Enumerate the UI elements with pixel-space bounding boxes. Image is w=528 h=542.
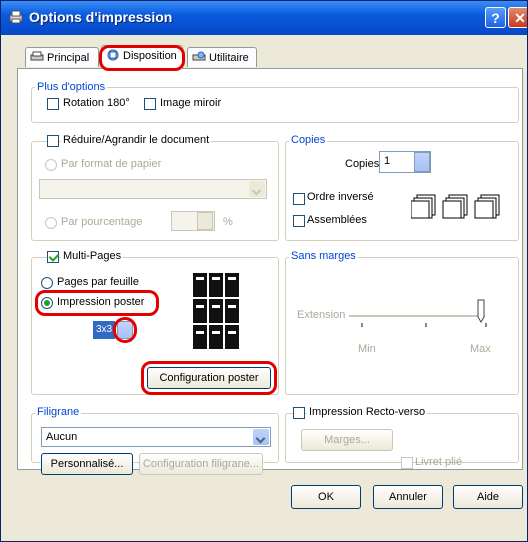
multipages-label: Multi-Pages bbox=[61, 250, 124, 262]
watermark-select[interactable]: Aucun bbox=[41, 427, 271, 447]
highlight-poster-spinner bbox=[113, 317, 137, 343]
by-paper-label: Par format de papier bbox=[61, 158, 162, 170]
by-paper-radio[interactable] bbox=[45, 159, 57, 171]
borderless-label: Sans marges bbox=[289, 250, 358, 262]
collate-pages-icon bbox=[411, 194, 500, 219]
rotation-checkbox[interactable] bbox=[47, 98, 59, 110]
copies-group-label: Copies bbox=[289, 134, 328, 146]
collate-label: Assemblées bbox=[307, 214, 367, 226]
utility-icon bbox=[192, 51, 206, 61]
extension-slider-track[interactable] bbox=[349, 315, 485, 317]
tab-utilitaire-label: Utilitaire bbox=[209, 52, 249, 64]
paper-size-select[interactable] bbox=[39, 179, 267, 199]
tab-principal-label: Principal bbox=[47, 52, 90, 64]
duplex-label: Impression Recto-verso bbox=[307, 406, 428, 418]
chevron-down-icon bbox=[253, 429, 269, 445]
tab-principal[interactable]: Principal bbox=[25, 47, 99, 67]
watermark-value: Aucun bbox=[46, 431, 78, 443]
help-button[interactable]: Aide bbox=[453, 485, 523, 509]
group-plus-options-label: Plus d'options bbox=[35, 81, 108, 93]
poster-preview-icon bbox=[191, 271, 241, 351]
window-title: Options d'impression bbox=[29, 9, 173, 25]
highlight-poster-radio bbox=[35, 290, 159, 316]
rotation-label: Rotation 180° bbox=[63, 97, 130, 109]
mirror-checkbox[interactable] bbox=[144, 98, 156, 110]
poster-size-input[interactable]: 3x3 bbox=[93, 321, 115, 339]
print-options-dialog: Options d'impression ? ✕ Principal Dispo… bbox=[0, 0, 528, 542]
tab-utilitaire[interactable]: Utilitaire bbox=[187, 47, 257, 67]
by-percent-label: Par pourcentage bbox=[61, 216, 143, 228]
by-percent-radio[interactable] bbox=[45, 217, 57, 229]
mirror-label: Image miroir bbox=[160, 97, 222, 109]
copies-value: 1 bbox=[384, 155, 391, 167]
percent-sign: % bbox=[223, 216, 233, 228]
duplex-checkbox[interactable] bbox=[293, 407, 305, 419]
reduce-checkbox[interactable] bbox=[47, 135, 59, 147]
help-title-button[interactable]: ? bbox=[485, 7, 506, 28]
printer-icon bbox=[30, 51, 44, 61]
printer-icon bbox=[9, 10, 23, 24]
chevron-down-icon bbox=[249, 181, 265, 197]
percent-spinner[interactable] bbox=[197, 212, 213, 230]
slider-max-label: Max bbox=[470, 343, 491, 355]
extension-label: Extension bbox=[297, 309, 346, 321]
copies-spinner[interactable] bbox=[414, 152, 430, 172]
watermark-label: Filigrane bbox=[35, 406, 82, 418]
booklet-checkbox[interactable] bbox=[401, 457, 413, 469]
close-icon: ✕ bbox=[514, 10, 526, 26]
reverse-order-label: Ordre inversé bbox=[307, 191, 374, 203]
pages-per-sheet-radio[interactable] bbox=[41, 277, 53, 289]
highlight-disposition-tab bbox=[99, 45, 185, 71]
multipages-checkbox[interactable] bbox=[47, 251, 59, 263]
slider-tick-min bbox=[361, 323, 363, 327]
highlight-poster-config bbox=[141, 361, 277, 395]
slider-thumb-icon bbox=[477, 299, 485, 323]
margins-button[interactable]: Marges... bbox=[301, 429, 393, 451]
question-icon: ? bbox=[491, 10, 500, 26]
slider-tick-mid bbox=[425, 323, 427, 327]
booklet-label: Livret plié bbox=[415, 456, 463, 468]
close-button[interactable]: ✕ bbox=[508, 7, 527, 28]
collate-checkbox[interactable] bbox=[293, 215, 305, 227]
reduce-label: Réduire/Agrandir le document bbox=[61, 134, 212, 146]
copies-label: Copies bbox=[345, 158, 380, 170]
reverse-order-checkbox[interactable] bbox=[293, 193, 305, 205]
watermark-config-button[interactable]: Configuration filigrane... bbox=[139, 453, 263, 475]
slider-min-label: Min bbox=[358, 343, 376, 355]
customize-button[interactable]: Personnalisé... bbox=[41, 453, 133, 475]
ok-button[interactable]: OK bbox=[291, 485, 361, 509]
pages-per-sheet-label: Pages par feuille bbox=[57, 276, 139, 288]
cancel-button[interactable]: Annuler bbox=[373, 485, 443, 509]
extension-slider-thumb[interactable] bbox=[477, 299, 485, 323]
group-borderless bbox=[285, 257, 519, 395]
slider-tick-max bbox=[485, 323, 487, 327]
